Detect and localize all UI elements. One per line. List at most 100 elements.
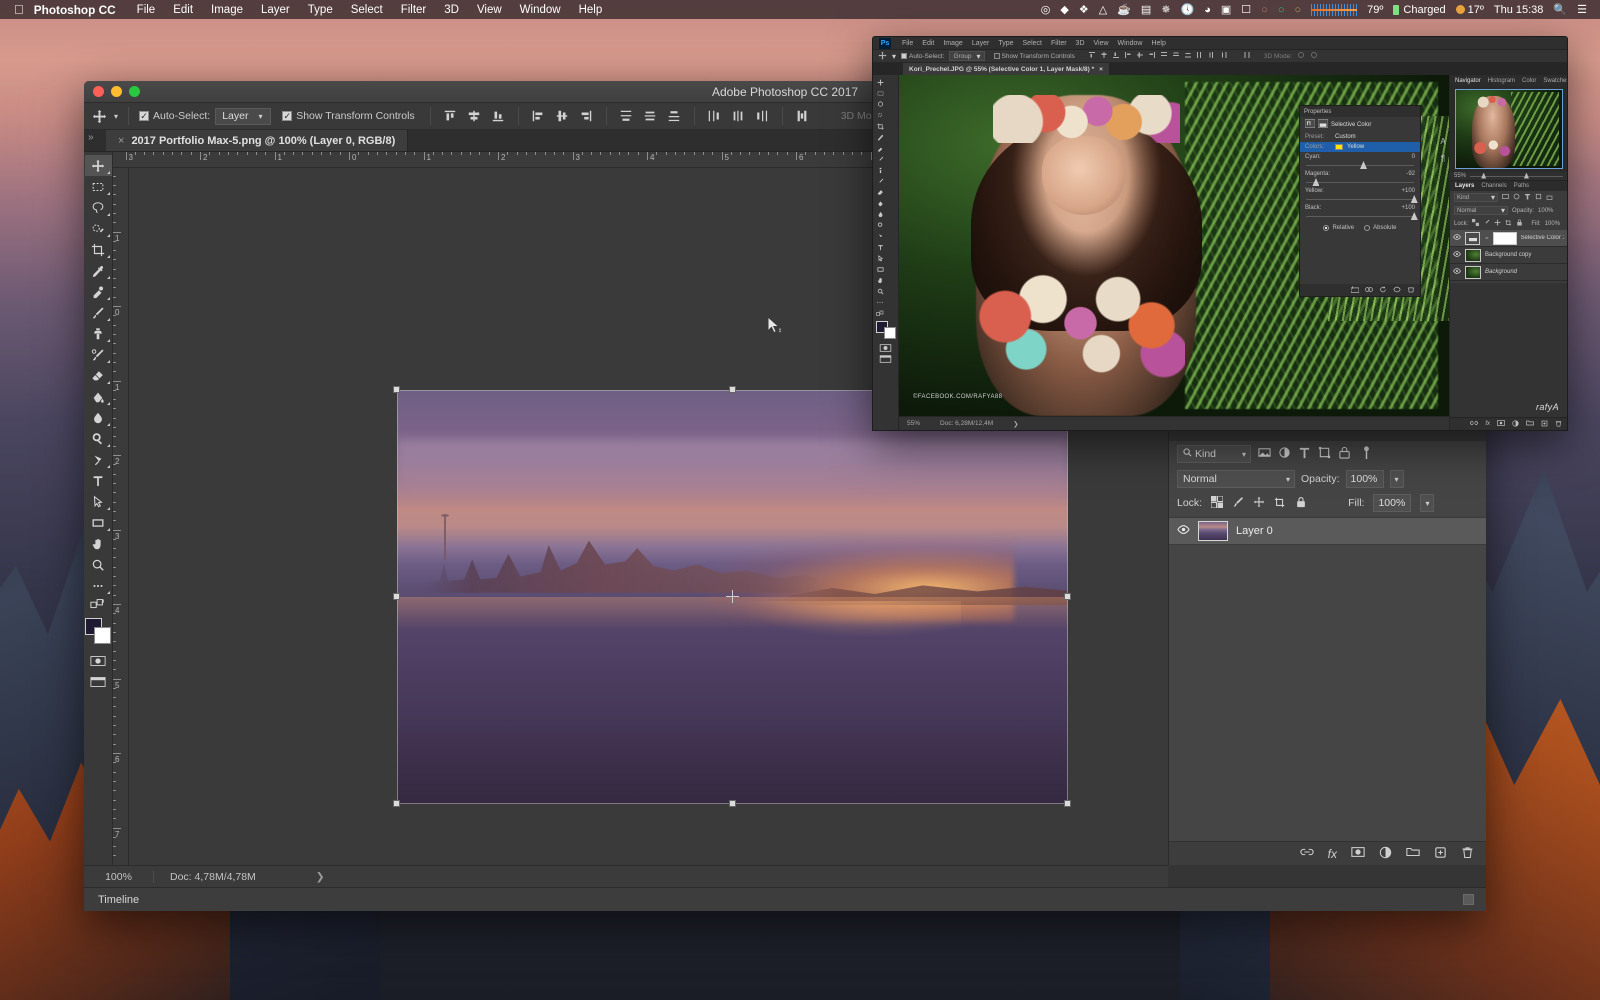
list-item[interactable]: Background copy xyxy=(1450,247,1567,264)
clone-stamp-tool[interactable] xyxy=(85,323,112,344)
close-button[interactable] xyxy=(93,86,104,97)
add-layer-mask-icon[interactable] xyxy=(1497,420,1505,428)
layer-name[interactable]: Background copy xyxy=(1485,252,1531,258)
sec-menu-3d[interactable]: 3D xyxy=(1076,40,1085,47)
hand-tool[interactable] xyxy=(874,275,886,286)
menu-view[interactable]: View xyxy=(468,4,511,16)
list-item[interactable]: Background xyxy=(1450,264,1567,281)
maximize-button[interactable] xyxy=(129,86,140,97)
magenta-slider-knob[interactable] xyxy=(1312,178,1319,186)
filter-pixel-icon[interactable] xyxy=(1258,446,1271,462)
brush-tool[interactable] xyxy=(85,302,112,323)
add-layer-mask-icon[interactable] xyxy=(1351,846,1365,861)
tab-swatches[interactable]: Swatches xyxy=(1543,78,1568,84)
eyedropper-tool[interactable] xyxy=(85,260,112,281)
delete-adjustment-icon[interactable] xyxy=(1407,286,1415,295)
horizontal-type-tool[interactable] xyxy=(85,470,112,491)
distribute-horizontal-centers-icon[interactable] xyxy=(1208,51,1216,61)
menu-type[interactable]: Type xyxy=(299,4,342,16)
new-group-icon[interactable] xyxy=(1526,420,1534,428)
bluetooth-icon[interactable]: ✵ xyxy=(1156,3,1175,16)
align-vertical-centers-icon[interactable] xyxy=(1100,51,1108,61)
view-previous-state-icon[interactable] xyxy=(1365,286,1373,295)
filter-type-icon[interactable] xyxy=(1298,446,1311,462)
distribute-left-edges-icon[interactable] xyxy=(705,107,724,126)
sec-document-tab[interactable]: Kori_Prechel.JPG @ 55% (Selective Color … xyxy=(903,63,1109,75)
sec-auto-select-checkbox[interactable]: Auto-Select: xyxy=(901,53,944,60)
filter-type-icon[interactable] xyxy=(1524,193,1531,202)
eye-icon[interactable] xyxy=(1453,268,1461,276)
color-swatches[interactable] xyxy=(85,618,111,644)
lock-position-icon[interactable] xyxy=(1253,496,1265,511)
timeline-collapse-button[interactable] xyxy=(1463,894,1474,905)
new-layer-icon[interactable] xyxy=(1541,420,1548,429)
dropbox-icon[interactable]: ◆ xyxy=(1055,3,1073,16)
sec-menu-help[interactable]: Help xyxy=(1151,40,1165,47)
truck-icon[interactable]: ▤ xyxy=(1136,3,1156,16)
absolute-radio[interactable]: Absolute xyxy=(1364,225,1396,231)
temperature-graph-icon[interactable] xyxy=(1306,4,1362,16)
align-right-edges-icon[interactable] xyxy=(577,107,596,126)
nav-zoom-value[interactable]: 55% xyxy=(1454,173,1466,179)
quick-selection-tool[interactable] xyxy=(85,218,112,239)
sec-opacity-value[interactable]: 100% xyxy=(1538,208,1553,214)
opacity-field[interactable]: 100% xyxy=(1346,470,1384,488)
eyedropper-tool[interactable] xyxy=(874,132,886,143)
activity-ring-icon[interactable]: ○ xyxy=(1273,4,1290,16)
spot-healing-brush-tool[interactable] xyxy=(85,281,112,302)
gradient-tool[interactable] xyxy=(85,386,112,407)
background-color-swatch[interactable] xyxy=(884,327,896,339)
filter-adjustment-icon[interactable] xyxy=(1513,193,1520,202)
nav-zoom-slider-knob[interactable] xyxy=(1524,173,1529,179)
distribute-bottom-edges-icon[interactable] xyxy=(665,107,684,126)
distribute-left-edges-icon[interactable] xyxy=(1196,51,1204,61)
brush-tool[interactable] xyxy=(874,154,886,165)
lock-artboard-nesting-icon[interactable] xyxy=(1274,496,1286,511)
layer-name[interactable]: Selective Color 1 xyxy=(1521,235,1564,241)
tab-layers[interactable]: Layers xyxy=(1455,183,1474,189)
align-right-edges-icon[interactable] xyxy=(1148,51,1156,61)
blur-tool[interactable] xyxy=(874,209,886,220)
sec-menu-file[interactable]: File xyxy=(902,40,913,47)
auto-select-target-dropdown[interactable]: Layer ▾ xyxy=(215,108,271,125)
lock-transparent-pixels-icon[interactable] xyxy=(1472,219,1479,228)
notification-center-icon[interactable]: ☰ xyxy=(1572,3,1592,16)
sec-menu-image[interactable]: Image xyxy=(943,40,962,47)
transform-handle-bottom-left[interactable] xyxy=(393,800,400,807)
relative-radio[interactable]: Relative xyxy=(1323,225,1354,231)
eye-icon[interactable] xyxy=(1177,524,1190,538)
menubar-clock[interactable]: Thu 15:38 xyxy=(1489,4,1549,16)
lock-image-pixels-icon[interactable] xyxy=(1232,496,1244,511)
sec-show-transform-checkbox[interactable]: Show Transform Controls xyxy=(994,53,1075,60)
lasso-tool[interactable] xyxy=(85,197,112,218)
switch-colors-icon[interactable] xyxy=(85,596,112,612)
distribute-horizontal-centers-icon[interactable] xyxy=(729,107,748,126)
delete-layer-icon[interactable] xyxy=(1461,846,1474,862)
black-slider-knob[interactable] xyxy=(1411,212,1418,220)
transform-handle-bottom-center[interactable] xyxy=(729,800,736,807)
sec-blend-mode-dropdown[interactable]: Normal ▾ xyxy=(1454,206,1508,215)
navigator-panel[interactable] xyxy=(1450,86,1567,172)
quick-mask-tool[interactable] xyxy=(85,650,112,671)
zoom-tool[interactable] xyxy=(85,554,112,575)
tab-navigator[interactable]: Navigator xyxy=(1455,78,1481,84)
tab-histogram[interactable]: Histogram xyxy=(1488,78,1515,84)
collapse-panels-icon[interactable]: » xyxy=(88,132,94,143)
move-tool-dropdown[interactable]: ▾ xyxy=(114,112,118,121)
layer-mask-thumbnail[interactable] xyxy=(1493,232,1516,245)
clover-icon[interactable]: ❖ xyxy=(1074,3,1094,16)
new-fill-adjustment-icon[interactable] xyxy=(1379,846,1392,862)
distribute-spacing-icon[interactable] xyxy=(1243,51,1251,61)
sec-zoom-level[interactable]: 55% xyxy=(907,420,920,427)
align-horizontal-centers-icon[interactable] xyxy=(1136,51,1144,61)
align-bottom-edges-icon[interactable] xyxy=(1112,51,1120,61)
sec-auto-select-dropdown[interactable]: Group ▾ xyxy=(949,51,984,61)
history-brush-tool[interactable] xyxy=(85,344,112,365)
rectangle-tool[interactable] xyxy=(85,512,112,533)
distribute-spacing-icon[interactable] xyxy=(793,107,812,126)
tab-color[interactable]: Color xyxy=(1522,78,1536,84)
layer-style-fx-icon[interactable]: fx xyxy=(1328,847,1337,861)
character-panel-icon[interactable]: A xyxy=(1440,137,1445,146)
distribute-top-edges-icon[interactable] xyxy=(1160,51,1168,61)
fill-field[interactable]: 100% xyxy=(1373,494,1411,512)
